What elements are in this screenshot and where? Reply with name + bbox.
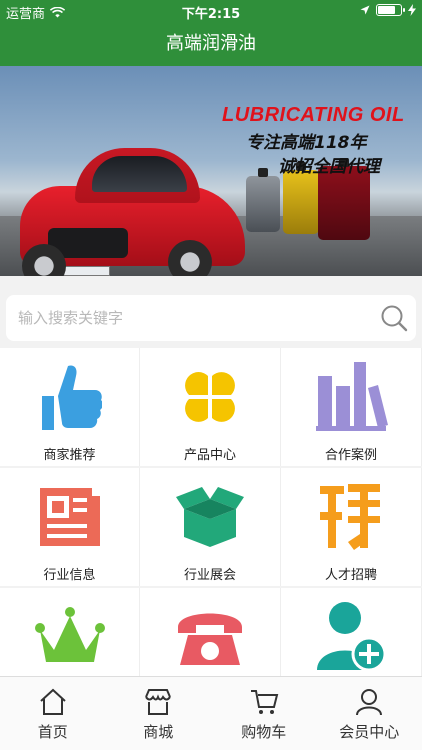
banner-headline-2: 诚招全国代理 [278,157,380,177]
open-box-icon [176,487,244,547]
grid-item-label: 人才招聘 [324,568,377,583]
recruit-icon [320,484,380,550]
grid-item-label: 行业展会 [183,568,236,583]
crown-icon [34,607,105,662]
grid-item-label: 合作案例 [324,448,377,463]
status-time: 下午2:15 [181,7,241,22]
thumbs-up-icon [41,365,102,430]
grid-item-recruitment[interactable]: 人才招聘 [281,468,422,586]
newspaper-icon [39,488,100,546]
grid-item-merchant-recommend[interactable]: 商家推荐 [0,348,140,466]
tab-member-center[interactable]: 会员中心 [317,677,422,750]
grid-item-product-center[interactable]: 产品中心 [140,348,281,466]
tab-store[interactable]: 商城 [106,677,212,750]
grid-item-industry-news[interactable]: 行业信息 [0,468,140,586]
search-icon[interactable] [380,304,408,332]
user-icon [356,689,383,716]
grid-item-label: 产品中心 [183,448,236,463]
battery-icon [376,4,405,16]
grid-item-exhibition[interactable]: 行业展会 [140,468,281,586]
search-input[interactable] [18,295,368,341]
charging-icon [408,4,416,16]
store-icon [145,689,172,715]
oil-bottle-image [246,168,280,232]
telephone-icon [178,613,242,665]
cart-icon [250,690,279,714]
banner-headline-1: 专注高端118年 [246,133,367,153]
tab-label: 商城 [143,723,174,741]
promo-banner[interactable]: LUBRICATING OIL 专注高端118年 诚招全国代理 [0,66,422,276]
navigation-bar: 高端润滑油 [0,22,422,66]
tab-cart[interactable]: 购物车 [211,677,317,750]
home-icon [40,688,66,715]
grid-item-label: 行业信息 [43,568,96,583]
tab-label: 会员中心 [339,723,400,741]
status-bar: 运营商 下午2:15 [0,0,422,22]
grid-item-cases[interactable]: 合作案例 [281,348,422,466]
tab-label: 首页 [37,723,68,741]
feature-grid: 商家推荐 产品中心 合作案例 行业信息 行业展会 人才招聘 [0,348,422,706]
search-bar[interactable] [6,295,416,341]
location-icon [360,5,370,15]
tab-bar: 首页 商城 购物车 会员中心 [0,676,422,750]
clover-icon [185,372,235,422]
add-user-icon [317,602,387,672]
grid-item-label: 商家推荐 [43,448,96,463]
tab-label: 购物车 [241,723,287,741]
banner-headline-en: LUBRICATING OIL [222,104,405,126]
oil-bottle-image [283,162,319,234]
page-title: 高端润滑油 [166,33,256,54]
books-icon [316,362,388,431]
tab-home[interactable]: 首页 [0,677,106,750]
oil-bottle-image [318,158,370,240]
